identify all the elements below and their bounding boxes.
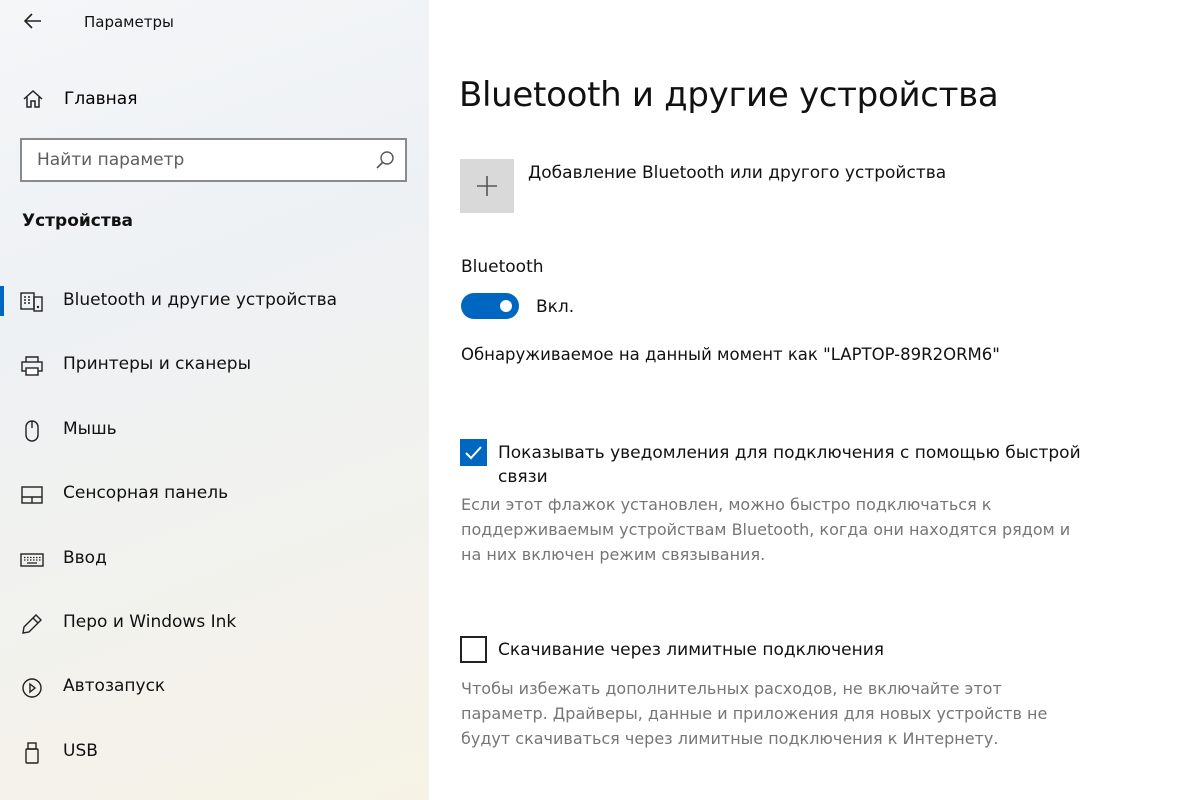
touchpad-icon — [21, 486, 43, 504]
selection-indicator — [0, 286, 4, 316]
home-label: Главная — [64, 89, 138, 109]
sidebar-item-label: Ввод — [63, 547, 107, 568]
mouse-icon — [25, 420, 39, 442]
sidebar-item-label: Перо и Windows Ink — [63, 611, 237, 632]
sidebar-item-label: Мышь — [63, 418, 117, 439]
metered-checkbox[interactable] — [460, 636, 487, 663]
title-bar: Параметры — [0, 0, 429, 46]
sidebar-item-usb[interactable]: USB — [0, 721, 429, 785]
sidebar-item-pen[interactable]: Перо и Windows Ink — [0, 592, 429, 656]
metered-label: Скачивание через лимитные подключения — [498, 640, 885, 660]
search-icon[interactable] — [375, 150, 395, 170]
back-arrow-icon — [24, 13, 41, 29]
keyboard-icon — [20, 552, 44, 567]
sidebar-item-bluetooth[interactable]: Bluetooth и другие устройства — [0, 270, 429, 334]
autoplay-icon — [22, 678, 42, 699]
sidebar-item-printers[interactable]: Принтеры и сканеры — [0, 334, 429, 398]
checkmark-icon — [465, 446, 482, 460]
home-icon — [23, 89, 43, 108]
usb-icon — [25, 742, 39, 764]
metered-description: Чтобы избежать дополнительных расходов, … — [461, 679, 1048, 748]
sidebar-item-label: Сенсорная панель — [63, 483, 229, 504]
bluetooth-devices-icon — [20, 292, 43, 312]
bluetooth-label: Bluetooth — [461, 257, 544, 277]
sidebar-item-touchpad[interactable]: Сенсорная панель — [0, 463, 429, 527]
printer-icon — [21, 356, 43, 377]
sidebar-item-label: Автозапуск — [63, 676, 166, 697]
add-device-label[interactable]: Добавление Bluetooth или другого устройс… — [528, 163, 946, 183]
back-button[interactable] — [20, 8, 46, 34]
search-box[interactable] — [20, 138, 407, 182]
bluetooth-toggle[interactable] — [461, 293, 519, 319]
section-title: Устройства — [22, 211, 133, 231]
bluetooth-state: Вкл. — [536, 297, 575, 317]
app-title: Параметры — [84, 13, 174, 31]
sidebar-item-autoplay[interactable]: Автозапуск — [0, 656, 429, 720]
sidebar-item-typing[interactable]: Ввод — [0, 528, 429, 592]
search-input[interactable] — [22, 140, 362, 180]
sidebar-item-label: USB — [63, 740, 98, 761]
sidebar-item-label: Принтеры и сканеры — [63, 354, 251, 375]
sidebar: Параметры Главная Устройства — [0, 0, 429, 800]
swift-pair-label: Показывать уведомления для подключения с… — [498, 443, 1081, 487]
plus-icon — [477, 176, 497, 196]
settings-window: Параметры Главная Устройства — [0, 0, 1200, 800]
sidebar-nav: Bluetooth и другие устройства Принтеры и… — [0, 270, 429, 785]
swift-pair-description: Если этот флажок установлен, можно быстр… — [461, 495, 1071, 564]
pen-icon — [22, 613, 42, 634]
sidebar-item-mouse[interactable]: Мышь — [0, 399, 429, 463]
toggle-knob — [500, 300, 512, 312]
main-content: Bluetooth и другие устройства Добавление… — [429, 0, 1200, 800]
sidebar-item-label: Bluetooth и другие устройства — [63, 290, 338, 310]
page-title: Bluetooth и другие устройства — [459, 75, 999, 115]
sidebar-item-home[interactable]: Главная — [0, 78, 429, 118]
discoverable-text: Обнаруживаемое на данный момент как "LAP… — [461, 345, 1000, 364]
add-device-button[interactable] — [460, 159, 514, 213]
swift-pair-checkbox[interactable] — [460, 439, 487, 466]
